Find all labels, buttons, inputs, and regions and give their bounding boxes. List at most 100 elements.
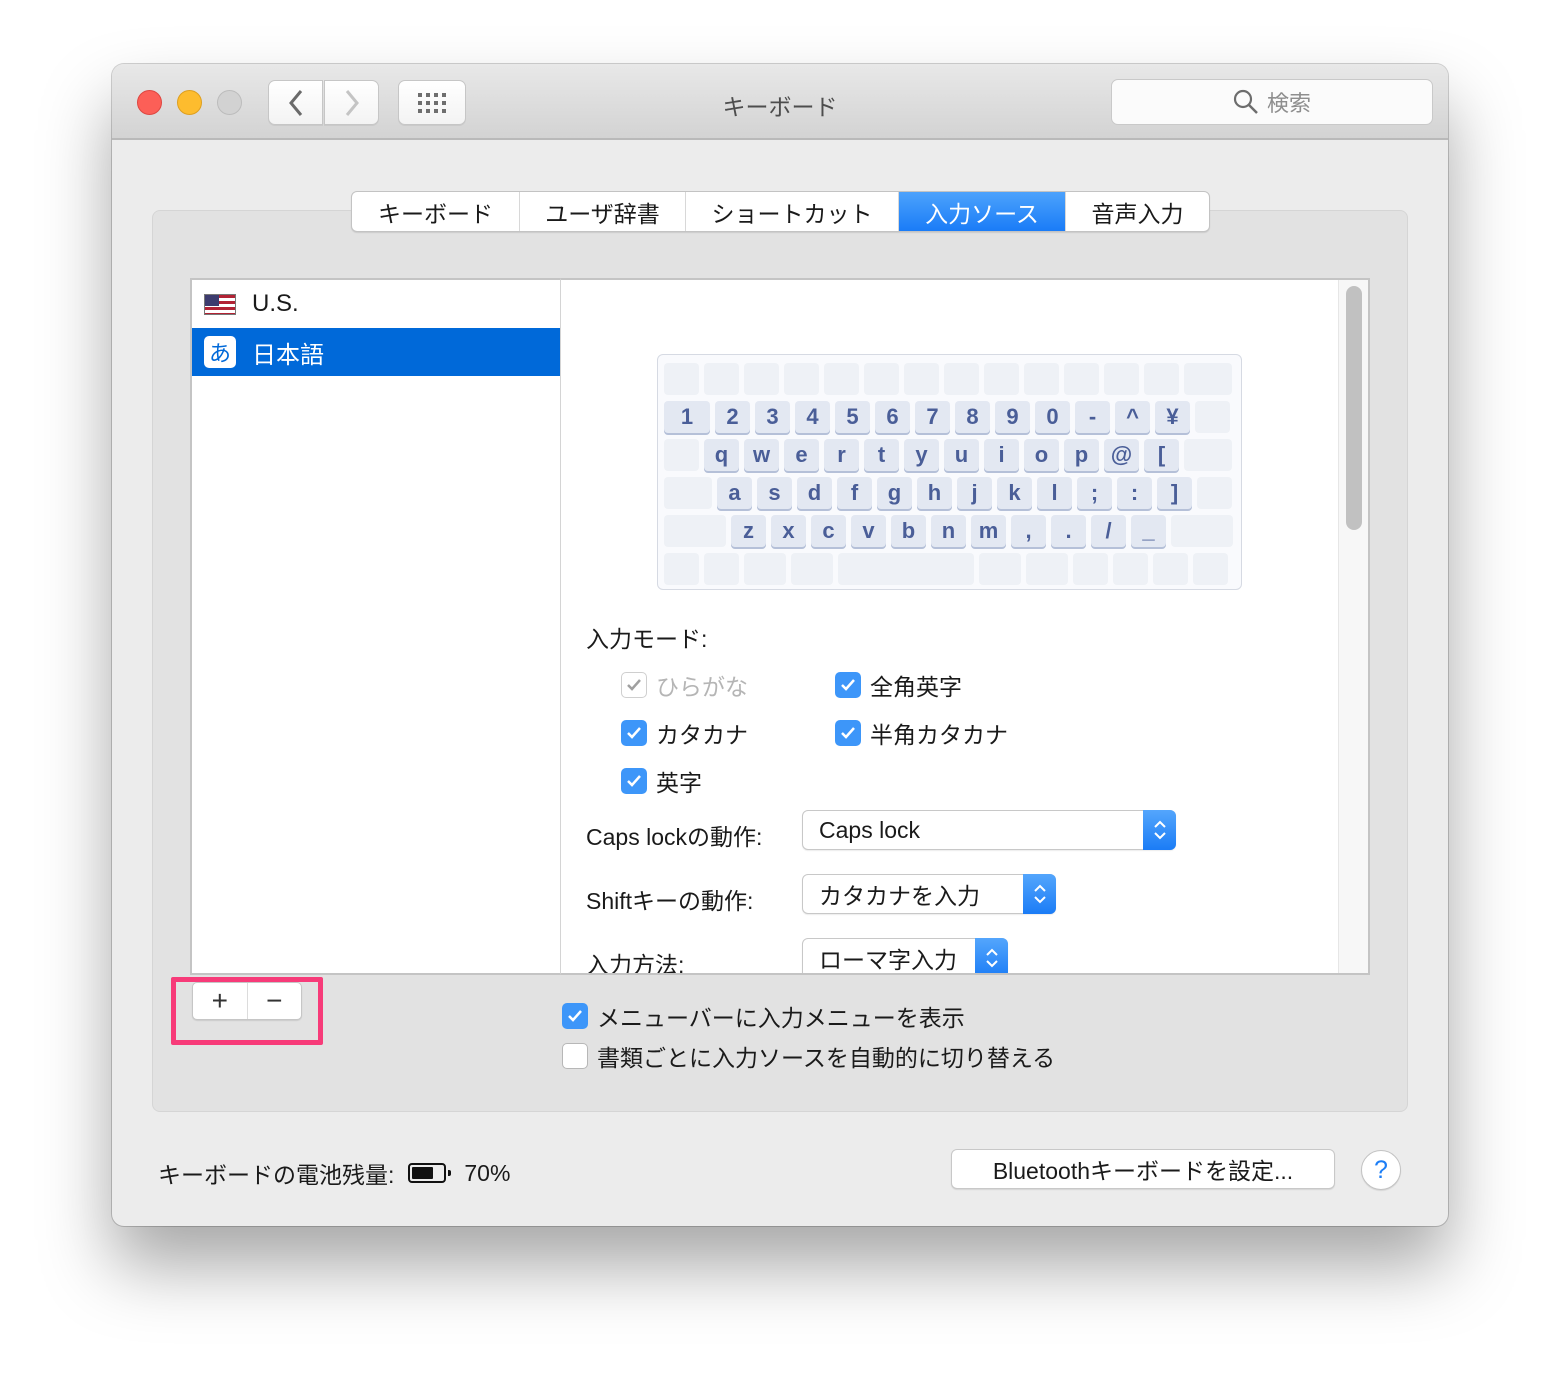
tab-user-dictionary[interactable]: ユーザ辞書 bbox=[520, 192, 686, 231]
checkbox-label: 英字 bbox=[656, 770, 702, 796]
battery-status: キーボードの電池残量: 70% bbox=[158, 1156, 510, 1190]
key-cap: 7 bbox=[915, 401, 950, 433]
key-cap: n bbox=[931, 515, 966, 547]
key-cap: 3 bbox=[755, 401, 790, 433]
key-blank bbox=[744, 363, 779, 395]
checkbox-fullwidth-roman[interactable]: 全角英字 bbox=[835, 668, 962, 702]
key-blank bbox=[1197, 477, 1232, 509]
key-cap: u bbox=[944, 439, 979, 471]
checkbox-label: カタカナ bbox=[656, 722, 748, 748]
checkbox-box[interactable] bbox=[562, 1003, 588, 1029]
key-cap: x bbox=[771, 515, 806, 547]
checkbox-box[interactable] bbox=[562, 1043, 588, 1069]
key-cap: b bbox=[891, 515, 926, 547]
key-cap: o bbox=[1024, 439, 1059, 471]
checkbox-box[interactable] bbox=[835, 720, 861, 746]
caps-lock-label: Caps lockの動作: bbox=[586, 824, 763, 850]
key-cap: r bbox=[824, 439, 859, 471]
key-blank bbox=[784, 363, 819, 395]
key-blank bbox=[704, 553, 739, 585]
tab-bar: キーボード ユーザ辞書 ショートカット 入力ソース 音声入力 bbox=[351, 191, 1210, 232]
key-cap: 4 bbox=[795, 401, 830, 433]
tab-keyboard[interactable]: キーボード bbox=[352, 192, 520, 231]
key-blank bbox=[704, 363, 739, 395]
checkbox-label: メニューバーに入力メニューを表示 bbox=[597, 1005, 965, 1031]
key-cap: ; bbox=[1077, 477, 1112, 509]
checkmark-icon bbox=[627, 679, 641, 691]
key-cap: - bbox=[1075, 401, 1110, 433]
list-item-japanese[interactable]: あ 日本語 bbox=[192, 328, 560, 376]
us-flag-icon bbox=[204, 293, 236, 315]
key-blank bbox=[664, 553, 699, 585]
search-placeholder: 検索 bbox=[1266, 91, 1311, 116]
key-cap: ¥ bbox=[1155, 401, 1190, 433]
scrollbar[interactable] bbox=[1338, 280, 1368, 973]
setup-bluetooth-keyboard-button[interactable]: Bluetoothキーボードを設定... bbox=[951, 1149, 1335, 1189]
search-field[interactable]: 検索 bbox=[1111, 79, 1433, 125]
select-value: カタカナを入力 bbox=[819, 883, 980, 909]
keyboard-row: a s d f g h j k l;:] bbox=[664, 477, 1237, 509]
key-blank bbox=[944, 363, 979, 395]
tab-input-sources[interactable]: 入力ソース bbox=[899, 192, 1066, 231]
battery-value: 70% bbox=[464, 1159, 511, 1186]
shift-key-select[interactable]: カタカナを入力 bbox=[802, 874, 1056, 914]
key-blank bbox=[1024, 363, 1059, 395]
preferences-window: キーボード 検索 キーボード ユーザ辞書 ショートカット 入力ソース 音声入力 … bbox=[112, 64, 1448, 1226]
remove-source-button[interactable]: − bbox=[248, 983, 302, 1019]
key-blank bbox=[984, 363, 1019, 395]
scrollbar-thumb[interactable] bbox=[1346, 286, 1362, 530]
key-cap: l bbox=[1037, 477, 1072, 509]
help-button[interactable]: ? bbox=[1361, 1150, 1401, 1190]
title-bar: キーボード 検索 bbox=[112, 64, 1448, 140]
checkbox-label: ひらがな bbox=[656, 674, 748, 700]
key-blank bbox=[904, 363, 939, 395]
key-blank bbox=[744, 553, 786, 585]
input-source-details: 1 2 3 4 5 6 7 8 9 0- ^ ¥ q w e r t y u i o p @[a s d f g h j k l;:] z x c… bbox=[561, 278, 1370, 975]
tab-shortcuts[interactable]: ショートカット bbox=[686, 192, 899, 231]
key-blank bbox=[979, 553, 1021, 585]
checkbox-box[interactable] bbox=[621, 768, 647, 794]
select-value: ローマ字入力 bbox=[819, 947, 957, 973]
list-item-us[interactable]: U.S. bbox=[192, 280, 560, 328]
input-method-select[interactable]: ローマ字入力 bbox=[802, 938, 1008, 973]
checkbox-hiragana[interactable]: ひらがな bbox=[621, 668, 748, 702]
checkbox-label: 書類ごとに入力ソースを自動的に切り替える bbox=[597, 1045, 1056, 1071]
checkbox-katakana[interactable]: カタカナ bbox=[621, 716, 748, 750]
search-icon bbox=[1233, 89, 1258, 114]
key-cap: e bbox=[784, 439, 819, 471]
keyboard-row: z x c v b n m,. / _ bbox=[664, 515, 1238, 547]
key-cap: 0 bbox=[1035, 401, 1070, 433]
checkbox-roman[interactable]: 英字 bbox=[621, 764, 702, 798]
key-cap: s bbox=[757, 477, 792, 509]
key-cap: 1 bbox=[664, 401, 710, 433]
key-blank bbox=[838, 553, 974, 585]
key-cap: [ bbox=[1144, 439, 1179, 471]
checkbox-box[interactable] bbox=[621, 720, 647, 746]
add-remove-buttons: + − bbox=[192, 982, 302, 1020]
key-blank bbox=[664, 439, 699, 471]
key-cap: d bbox=[797, 477, 832, 509]
key-blank bbox=[864, 363, 899, 395]
input-source-list: U.S. あ 日本語 bbox=[190, 278, 561, 975]
keyboard-layout-preview: 1 2 3 4 5 6 7 8 9 0- ^ ¥ q w e r t y u i o p @[a s d f g h j k l;:] z x c… bbox=[657, 354, 1242, 590]
checkbox-halfwidth-katakana[interactable]: 半角カタカナ bbox=[835, 716, 1008, 750]
checkbox-box[interactable] bbox=[835, 672, 861, 698]
hiragana-a-icon: あ bbox=[204, 336, 236, 368]
key-cap: k bbox=[997, 477, 1032, 509]
tab-dictation[interactable]: 音声入力 bbox=[1066, 192, 1209, 231]
key-cap: h bbox=[917, 477, 952, 509]
key-blank bbox=[791, 553, 833, 585]
checkbox-auto-switch-source[interactable]: 書類ごとに入力ソースを自動的に切り替える bbox=[562, 1039, 1055, 1073]
key-cap: / bbox=[1091, 515, 1126, 547]
key-cap: ^ bbox=[1115, 401, 1150, 433]
checkmark-icon bbox=[841, 727, 855, 739]
add-source-button[interactable]: + bbox=[193, 983, 248, 1019]
key-cap: a bbox=[717, 477, 752, 509]
checkbox-box[interactable] bbox=[621, 672, 647, 698]
updown-chevron-icon bbox=[1023, 874, 1056, 914]
checkbox-show-input-menu[interactable]: メニューバーに入力メニューを表示 bbox=[562, 999, 965, 1033]
battery-icon bbox=[408, 1163, 452, 1183]
key-blank bbox=[1195, 401, 1230, 433]
caps-lock-select[interactable]: Caps lock bbox=[802, 810, 1176, 850]
input-mode-label: 入力モード: bbox=[586, 626, 708, 652]
